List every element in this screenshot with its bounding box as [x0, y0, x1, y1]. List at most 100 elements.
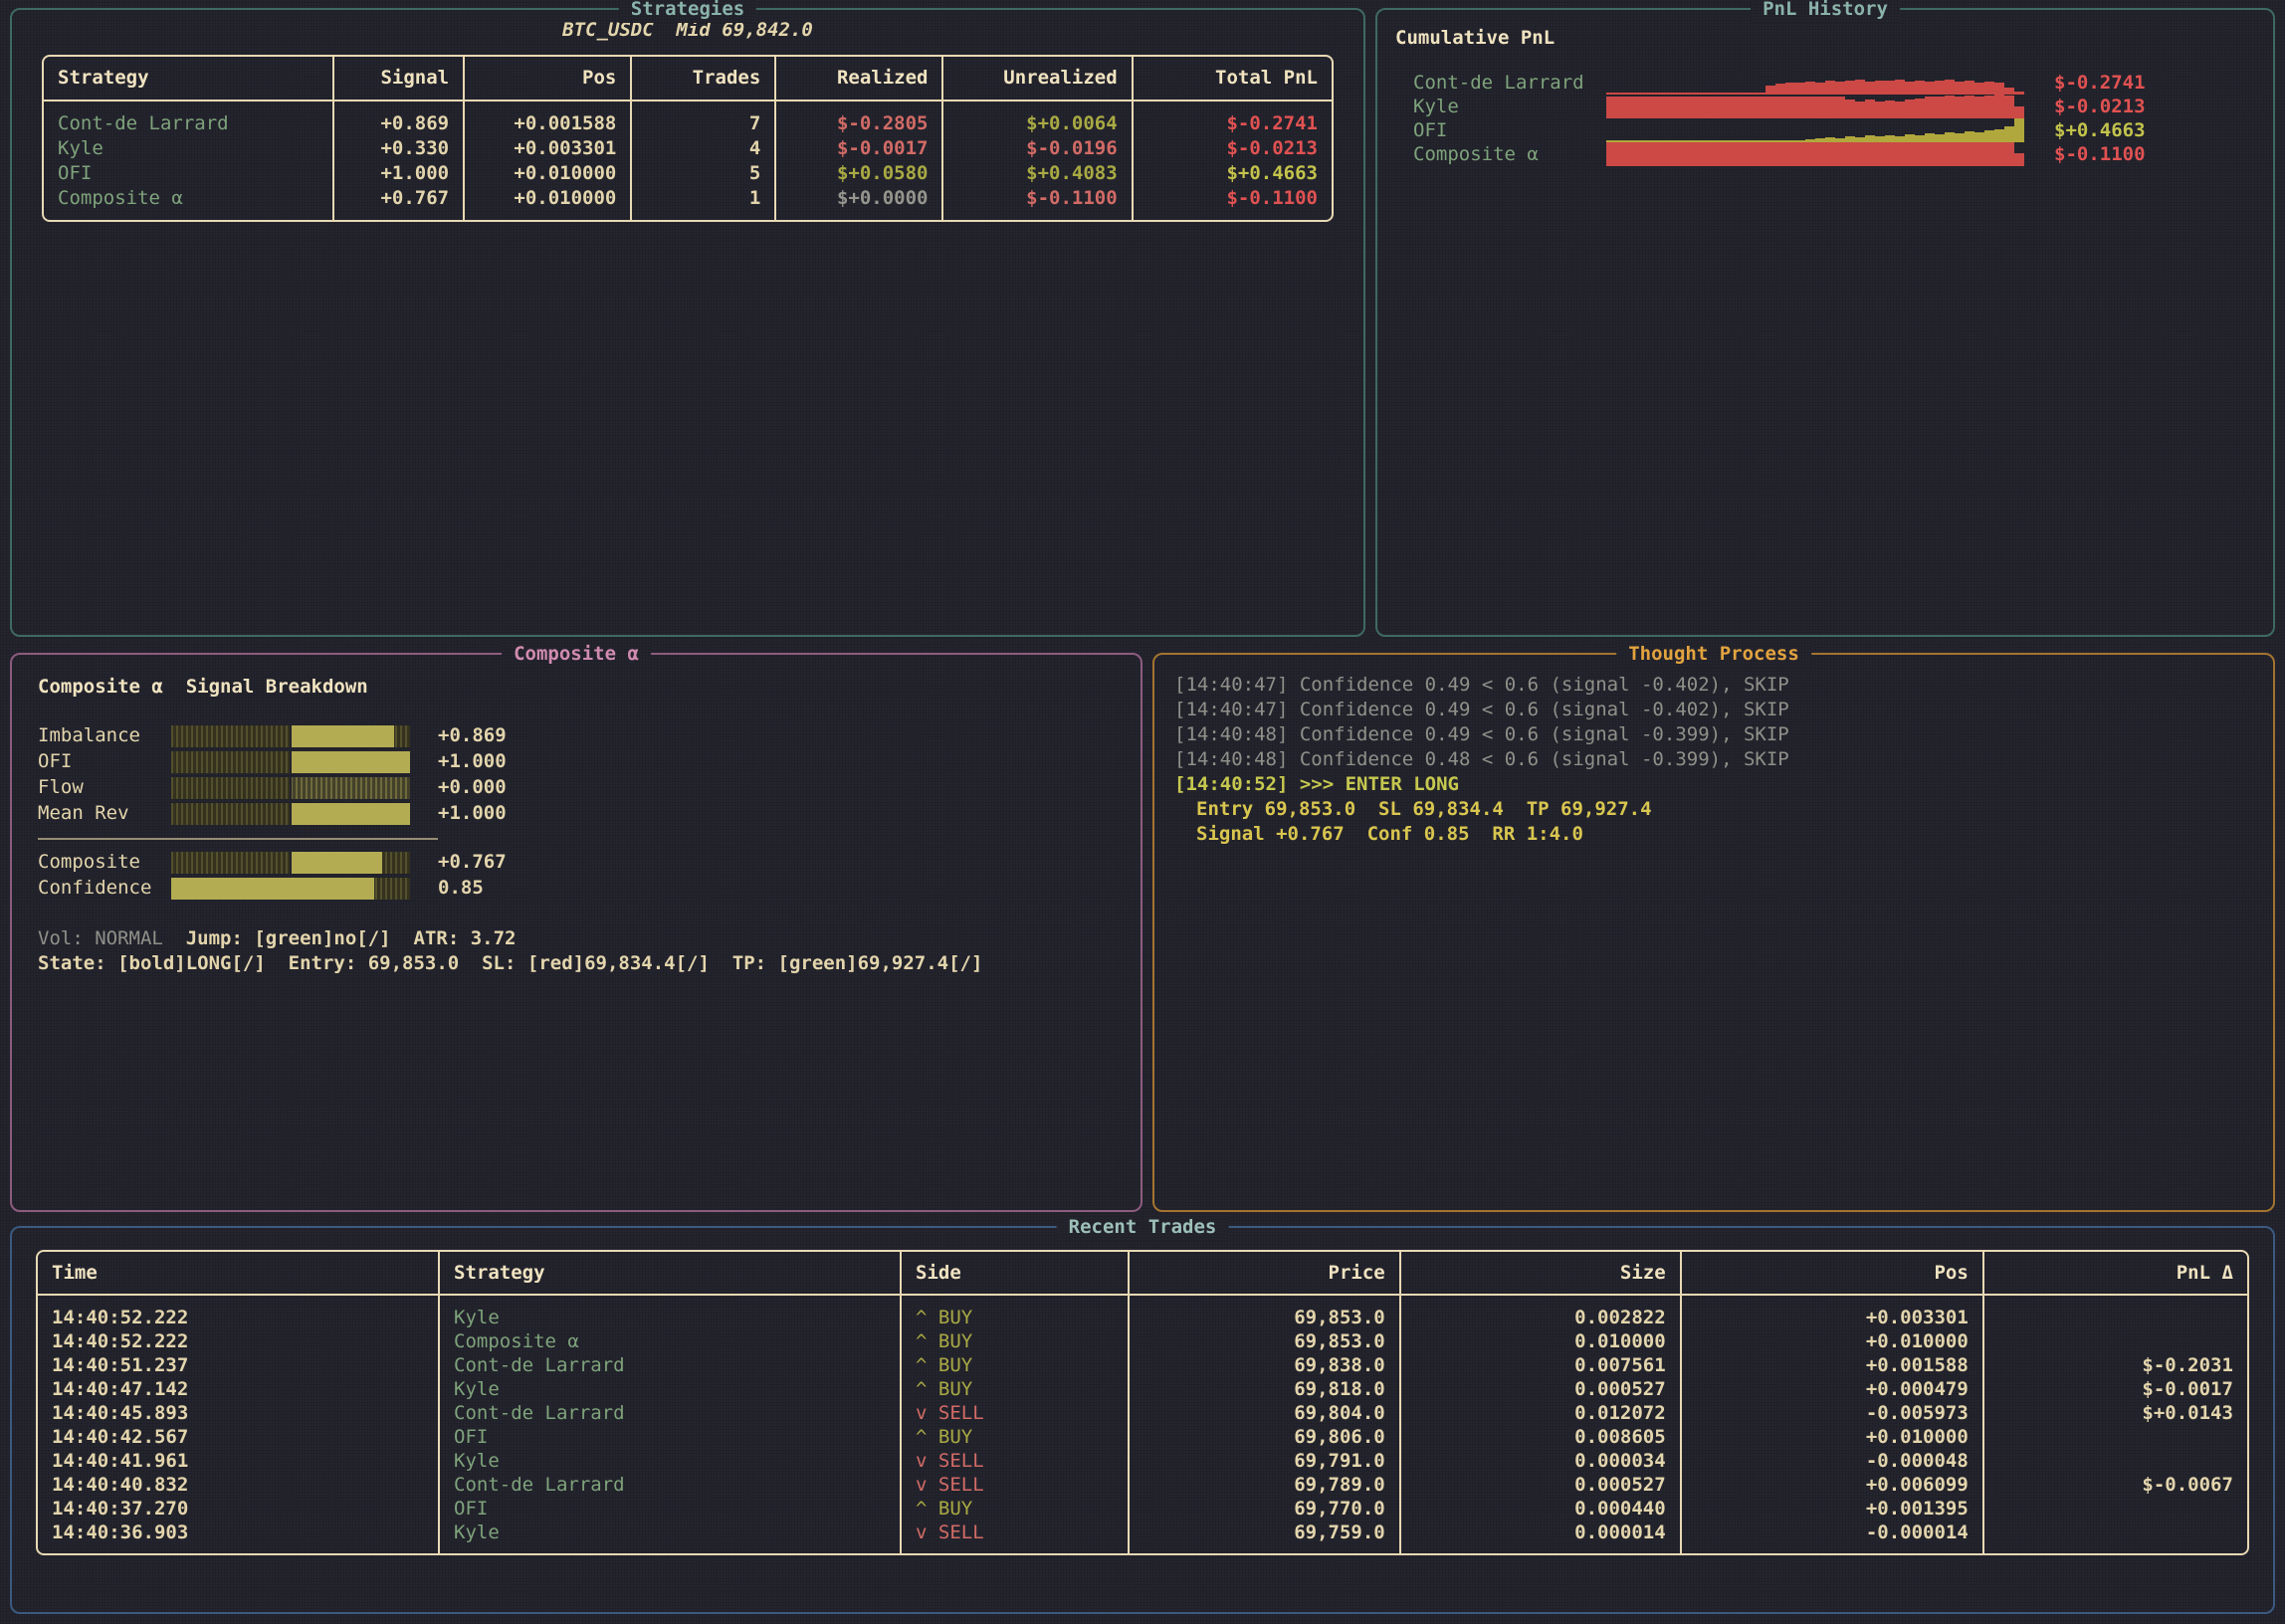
bar-value: +1.000 — [438, 749, 507, 774]
table-cell: 69,791.0 — [1130, 1449, 1401, 1473]
recent-trades-panel: Recent Trades TimeStrategySidePriceSizeP… — [10, 1226, 2275, 1614]
table-cell: 69,853.0 — [1130, 1329, 1401, 1353]
table-cell: OFI — [44, 161, 334, 186]
pnl-series-row: OFI$+0.4663 — [1413, 118, 2273, 142]
table-cell: $+0.0000 — [776, 186, 943, 220]
spark-bar — [1646, 142, 1656, 166]
spark-bar — [1845, 142, 1855, 166]
table-cell: 0.012072 — [1401, 1401, 1682, 1425]
log-line: Signal +0.767 Conf 0.85 RR 1:4.0 — [1174, 822, 2273, 847]
table-cell: 14:40:51.237 — [38, 1353, 440, 1377]
spark-bar — [1775, 84, 1785, 95]
bar-center-line — [290, 777, 292, 799]
spark-bar — [1815, 83, 1825, 95]
table-cell: 14:40:37.270 — [38, 1497, 440, 1521]
spark-bar — [1795, 97, 1805, 118]
table-cell: 14:40:41.961 — [38, 1449, 440, 1473]
table-cell: +0.010000 — [1682, 1425, 1984, 1449]
spark-bar — [1766, 86, 1775, 95]
bar-fill — [291, 852, 382, 874]
spark-bar — [1696, 142, 1706, 166]
sparkline-chart — [1606, 118, 2024, 142]
table-cell: 0.000527 — [1401, 1473, 1682, 1497]
table-cell: Composite α — [440, 1329, 902, 1353]
spark-bar — [1616, 97, 1626, 118]
spark-bar — [1895, 80, 1905, 95]
table-cell: +0.001395 — [1682, 1497, 1984, 1521]
spark-bar — [1656, 97, 1666, 118]
table-cell: -0.000048 — [1682, 1449, 1984, 1473]
column-header: Strategy — [44, 57, 334, 102]
spark-bar — [1676, 142, 1686, 166]
spark-bar — [2004, 96, 2014, 118]
spark-bar — [1974, 132, 1984, 142]
table-cell: Composite α — [44, 186, 334, 220]
table-cell: 69,759.0 — [1130, 1521, 1401, 1553]
spark-bar — [1885, 135, 1895, 142]
bar-center-line — [290, 803, 292, 825]
table-cell: $-0.0213 — [1134, 136, 1332, 161]
spark-bar — [1636, 97, 1646, 118]
spark-bar — [1875, 142, 1885, 166]
spark-bar — [1984, 142, 1994, 166]
series-label: Cont-de Larrard — [1413, 71, 1606, 96]
bar-value: 0.85 — [438, 876, 484, 901]
column-header: Side — [902, 1252, 1130, 1296]
table-cell: OFI — [440, 1425, 902, 1449]
table-cell: 1 — [632, 186, 776, 220]
pnl-series-row: Cont-de Larrard$-0.2741 — [1413, 71, 2273, 95]
spark-bar — [1726, 142, 1736, 166]
spark-bar — [1994, 142, 2004, 166]
table-cell: 0.007561 — [1401, 1353, 1682, 1377]
series-label: Kyle — [1413, 95, 1606, 119]
strategies-table: StrategySignalPosTradesRealizedUnrealize… — [42, 55, 1334, 222]
spark-bar — [1955, 142, 1965, 166]
signal-bar-row: Flow+0.000 — [38, 775, 1141, 800]
status-segment: State: [bold]LONG[/] Entry: 69,853.0 SL:… — [38, 952, 982, 974]
spark-bar — [1775, 97, 1785, 118]
column-header: Time — [38, 1252, 440, 1296]
spark-bar — [1905, 134, 1915, 142]
table-cell — [1984, 1497, 2247, 1521]
spark-bar — [1795, 83, 1805, 95]
table-cell: Cont-de Larrard — [440, 1401, 902, 1425]
spark-bar — [1955, 82, 1965, 95]
table-cell — [1984, 1521, 2247, 1553]
table-cell: Kyle — [440, 1449, 902, 1473]
bar-label: Imbalance — [38, 723, 171, 748]
spark-bar — [1865, 135, 1875, 142]
spark-bar — [1925, 133, 1935, 142]
spark-bar — [1945, 142, 1955, 166]
section-divider — [38, 838, 438, 840]
table-cell: v SELL — [902, 1449, 1130, 1473]
spark-bar — [1865, 100, 1875, 118]
table-cell: -0.000014 — [1682, 1521, 1984, 1553]
spark-bar — [1865, 82, 1875, 95]
spark-bar — [1746, 142, 1756, 166]
table-cell: 14:40:52.222 — [38, 1329, 440, 1353]
spark-bar — [1825, 142, 1835, 166]
spark-bar — [1974, 83, 1984, 95]
sparkline-chart — [1606, 71, 2024, 95]
spark-bar — [1984, 82, 1994, 95]
spark-bar — [1935, 81, 1945, 95]
column-header: Pos — [1682, 1252, 1984, 1296]
spark-bar — [2004, 142, 2014, 166]
spark-bar — [1835, 142, 1845, 166]
table-cell: 0.008605 — [1401, 1425, 1682, 1449]
bar-zero-fill — [291, 777, 410, 799]
table-cell: ^ BUY — [902, 1425, 1130, 1449]
column-header: Trades — [632, 57, 776, 102]
table-cell: +1.000 — [334, 161, 465, 186]
spark-bar — [1905, 82, 1915, 95]
table-cell: +0.003301 — [1682, 1296, 1984, 1329]
spark-bar — [1915, 142, 1925, 166]
table-cell: +0.330 — [334, 136, 465, 161]
table-cell: $-0.0196 — [943, 136, 1133, 161]
spark-bar — [1726, 97, 1736, 118]
spark-bar — [1905, 100, 1915, 118]
table-cell: 69,838.0 — [1130, 1353, 1401, 1377]
table-cell: 0.002822 — [1401, 1296, 1682, 1329]
bar-track — [171, 803, 410, 825]
spark-bar — [1965, 131, 1974, 142]
